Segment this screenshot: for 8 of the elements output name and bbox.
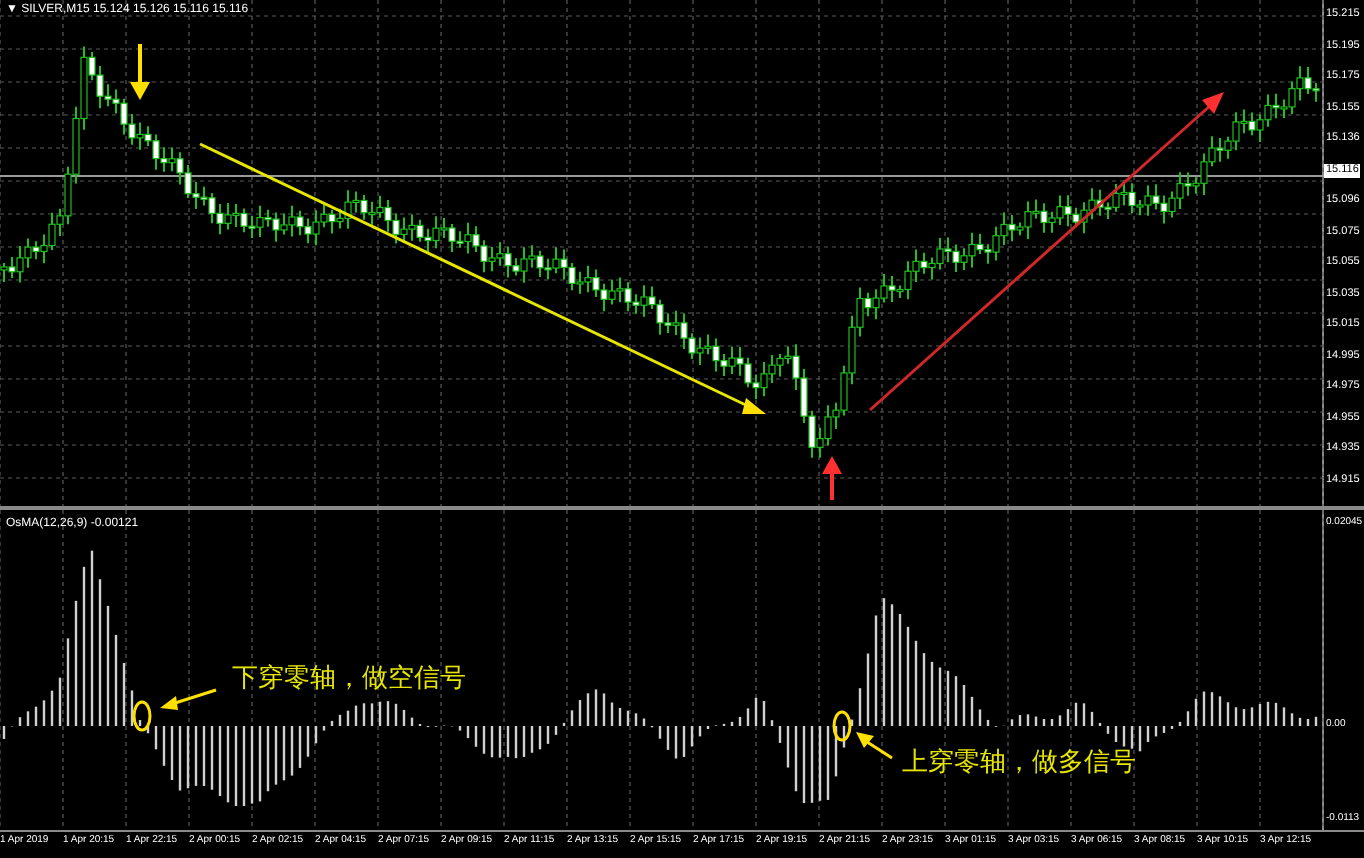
pointer-arrow <box>160 688 217 710</box>
up-arrow <box>822 456 842 500</box>
annotation-text: 下穿零轴，做空信号 <box>232 662 466 694</box>
pointer-arrow <box>856 732 893 760</box>
down-arrow <box>130 44 150 100</box>
annotation-text: 上穿零轴，做多信号 <box>902 746 1136 778</box>
ellipse-marker <box>132 700 152 732</box>
ellipse-marker <box>832 710 852 742</box>
